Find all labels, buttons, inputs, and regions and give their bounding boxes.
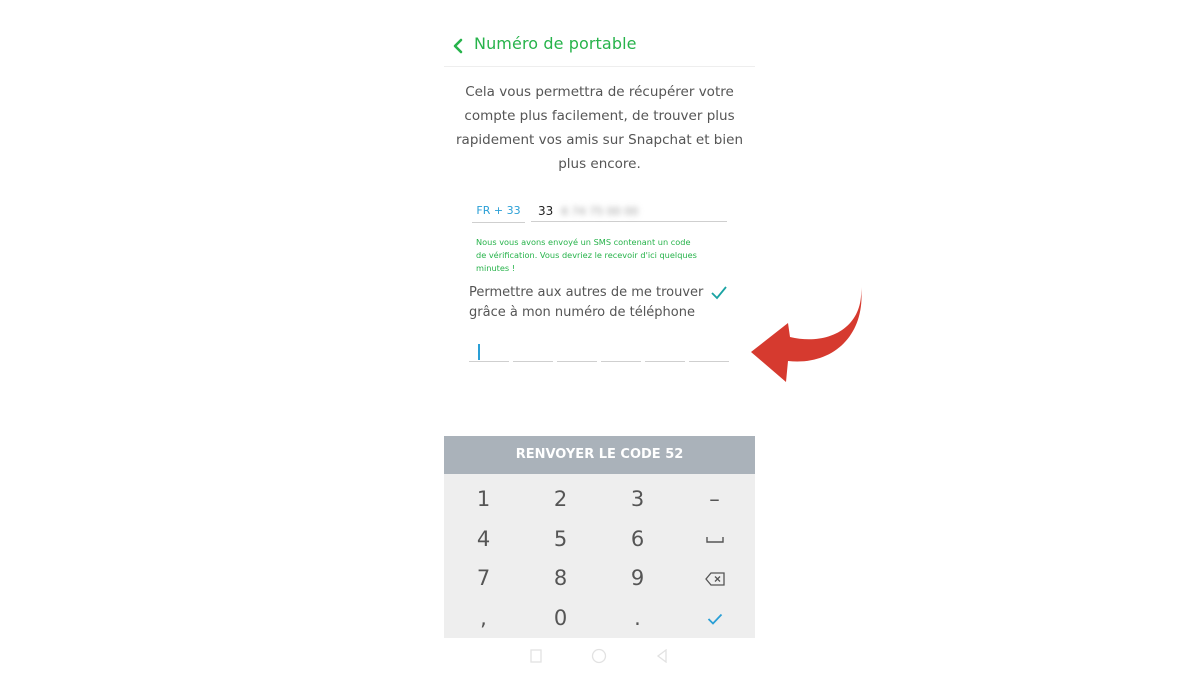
key-8[interactable]: 8 — [522, 559, 599, 597]
backspace-icon — [704, 566, 725, 590]
phone-screen: Numéro de portable Cela vous permettra d… — [444, 0, 755, 675]
key-minus[interactable]: – — [676, 480, 753, 518]
country-code-selector[interactable]: FR + 33 — [472, 200, 525, 223]
code-slot[interactable] — [601, 340, 641, 362]
code-slot[interactable] — [469, 340, 509, 362]
key-0[interactable]: 0 — [522, 599, 599, 637]
key-done[interactable] — [676, 599, 753, 637]
key-3[interactable]: 3 — [599, 480, 676, 518]
permission-line: Permettre aux autres de me trouver — [469, 285, 704, 300]
description-line: plus encore. — [558, 156, 641, 172]
key-2[interactable]: 2 — [522, 480, 599, 518]
numeric-keypad: 1 2 3 – 4 5 6 7 8 9 , 0 . — [444, 474, 755, 638]
page-title: Numéro de portable — [474, 34, 637, 53]
key-space[interactable] — [676, 520, 753, 558]
description-line: Cela vous permettra de récupérer votre — [465, 84, 734, 100]
key-6[interactable]: 6 — [599, 520, 676, 558]
recent-apps-icon[interactable] — [530, 648, 542, 667]
red-curved-arrow-icon — [748, 282, 870, 386]
back-button[interactable] — [452, 36, 466, 56]
key-5[interactable]: 5 — [522, 520, 599, 558]
resend-code-button[interactable]: RENVOYER LE CODE 52 — [444, 436, 755, 474]
verification-code-input[interactable] — [469, 340, 729, 364]
key-7[interactable]: 7 — [445, 559, 522, 597]
back-icon[interactable] — [656, 648, 668, 667]
sms-note-line: minutes ! — [476, 263, 516, 273]
sms-note-line: de vérification. Vous devriez le recevoi… — [476, 250, 697, 260]
description: Cela vous permettra de récupérer votre c… — [456, 80, 743, 176]
check-icon — [707, 606, 723, 630]
phone-number-blurred: 6 74 75 00 00 — [561, 205, 639, 218]
header: Numéro de portable — [444, 24, 755, 67]
sms-note-line: Nous vous avons envoyé un SMS contenant … — [476, 237, 691, 247]
description-line: rapidement vos amis sur Snapchat et bien — [456, 132, 743, 148]
phone-number-field[interactable]: 33 6 74 75 00 00 — [531, 200, 727, 222]
sms-sent-notice: Nous vous avons envoyé un SMS contenant … — [476, 236, 726, 275]
text-cursor — [478, 344, 480, 360]
code-slot[interactable] — [645, 340, 685, 362]
code-slot[interactable] — [689, 340, 729, 362]
key-9[interactable]: 9 — [599, 559, 676, 597]
find-me-permission: Permettre aux autres de me trouver grâce… — [469, 283, 714, 323]
key-backspace[interactable] — [676, 559, 753, 597]
key-4[interactable]: 4 — [445, 520, 522, 558]
check-icon — [710, 286, 728, 305]
key-period[interactable]: . — [599, 599, 676, 637]
description-line: compte plus facilement, de trouver plus — [464, 108, 735, 124]
key-1[interactable]: 1 — [445, 480, 522, 518]
home-icon[interactable] — [591, 648, 607, 668]
code-slot[interactable] — [513, 340, 553, 362]
space-icon — [705, 527, 724, 551]
key-comma[interactable]: , — [445, 599, 522, 637]
code-slot[interactable] — [557, 340, 597, 362]
permission-line: grâce à mon numéro de téléphone — [469, 305, 695, 320]
phone-number-visible: 33 — [538, 204, 554, 218]
chevron-left-icon — [452, 38, 466, 54]
android-navbar — [444, 638, 755, 675]
permission-toggle[interactable] — [710, 285, 728, 301]
